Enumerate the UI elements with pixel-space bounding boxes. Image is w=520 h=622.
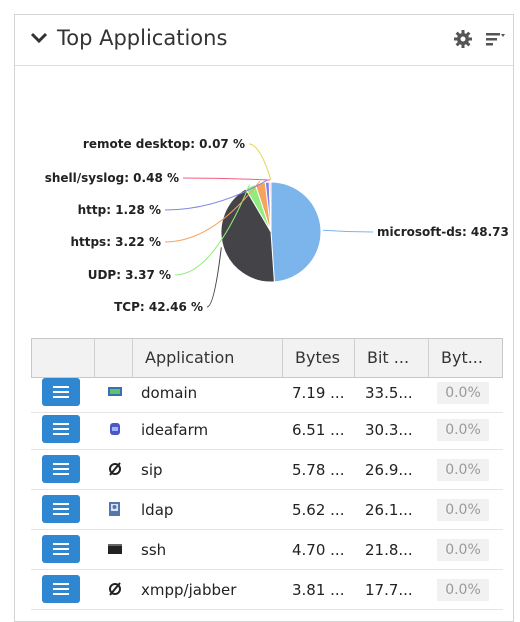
- gear-icon[interactable]: [453, 29, 473, 49]
- header-action: [32, 339, 94, 377]
- header-bit-rate[interactable]: Bit ...: [354, 339, 428, 377]
- applications-table: domain 7.19 ... 33.5... 0.0% ideafarm 6.51 ..…: [31, 338, 503, 622]
- byte-percent-value: 0.0%: [437, 539, 489, 561]
- bit-rate-value: 21.8...: [365, 530, 413, 570]
- pie-chart: microsoft-ds: 48.73 TCP: 42.46 % UDP: 3.37…: [15, 66, 514, 336]
- table-row[interactable]: sip 5.78 ... 26.9... 0.0%: [31, 450, 503, 490]
- no-icon: [107, 581, 123, 597]
- pie-connector-line: [249, 144, 271, 180]
- app-name: ssh: [141, 530, 166, 570]
- widget-header: Top Applications: [15, 15, 513, 66]
- bytes-value: 6.51 ...: [292, 410, 344, 450]
- pie-data-label: UDP: 3.37 %: [88, 268, 171, 282]
- bit-rate-value: 26.9...: [365, 450, 413, 490]
- row-menu-button[interactable]: [42, 575, 80, 603]
- table-row[interactable]: ssh 4.70 ... 21.8... 0.0%: [31, 530, 503, 570]
- pie-data-label: https: 3.22 %: [70, 235, 161, 249]
- database-icon: [107, 421, 123, 437]
- bit-rate-value: 17.7...: [365, 570, 413, 610]
- row-menu-button[interactable]: [42, 378, 80, 406]
- pie-connector-line: [183, 178, 270, 180]
- bytes-value: 5.78 ...: [292, 450, 344, 490]
- table-row[interactable]: xmpp/jabber 3.81 ... 17.7... 0.0%: [31, 570, 503, 610]
- byte-percent-value: 0.0%: [437, 419, 489, 441]
- pie-data-label: shell/syslog: 0.48 %: [45, 171, 179, 185]
- pie-chart-svg: microsoft-ds: 48.73 TCP: 42.46 % UDP: 3.37…: [15, 66, 514, 336]
- pie-slice[interactable]: [271, 182, 321, 282]
- row-menu-button[interactable]: [42, 415, 80, 443]
- top-applications-widget: Top Applications microsoft-ds: 48.73 TCP:…: [14, 14, 514, 622]
- bytes-value: 4.70 ...: [292, 530, 344, 570]
- byte-percent-value: 0.0%: [437, 382, 489, 404]
- app-name: ideafarm: [141, 410, 208, 450]
- network-icon: [107, 384, 123, 400]
- terminal-icon: [107, 541, 123, 557]
- row-menu-button[interactable]: [42, 535, 80, 563]
- pie-connector-line: [323, 230, 373, 232]
- chevron-down-icon[interactable]: [29, 28, 49, 48]
- app-name: ldap: [141, 490, 173, 530]
- pie-data-label: TCP: 42.46 %: [114, 300, 203, 314]
- table-row[interactable]: ldap 5.62 ... 26.1... 0.0%: [31, 490, 503, 530]
- byte-percent-value: 0.0%: [437, 579, 489, 601]
- bit-rate-value: 26.1...: [365, 490, 413, 530]
- bit-rate-value: 33.5...: [365, 373, 413, 413]
- app-name: domain: [141, 373, 197, 413]
- widget-title: Top Applications: [57, 26, 227, 50]
- menu-icon[interactable]: [485, 29, 505, 49]
- header-icon: [94, 339, 132, 377]
- pie-data-label: http: 1.28 %: [78, 203, 161, 217]
- no-icon: [107, 461, 123, 477]
- bytes-value: 3.81 ...: [292, 570, 344, 610]
- pie-data-label: remote desktop: 0.07 %: [83, 137, 245, 151]
- bytes-value: 5.62 ...: [292, 490, 344, 530]
- byte-percent-value: 0.0%: [437, 459, 489, 481]
- header-application[interactable]: Application: [132, 339, 282, 377]
- row-menu-button[interactable]: [42, 495, 80, 523]
- pie-data-label: microsoft-ds: 48.73: [377, 225, 509, 239]
- row-menu-button[interactable]: [42, 455, 80, 483]
- bit-rate-value: 30.3...: [365, 410, 413, 450]
- header-bytes[interactable]: Bytes: [282, 339, 354, 377]
- table-row[interactable]: domain 7.19 ... 33.5... 0.0%: [31, 373, 503, 413]
- byte-percent-value: 0.0%: [437, 499, 489, 521]
- table-header: Application Bytes Bit ... Byt...: [31, 338, 503, 378]
- app-name: xmpp/jabber: [141, 570, 236, 610]
- table-row[interactable]: ideafarm 6.51 ... 30.3... 0.0%: [31, 410, 503, 450]
- bytes-value: 7.19 ...: [292, 373, 344, 413]
- header-byte-percent[interactable]: Byt...: [428, 339, 503, 377]
- app-name: sip: [141, 450, 163, 490]
- directory-icon: [107, 501, 123, 517]
